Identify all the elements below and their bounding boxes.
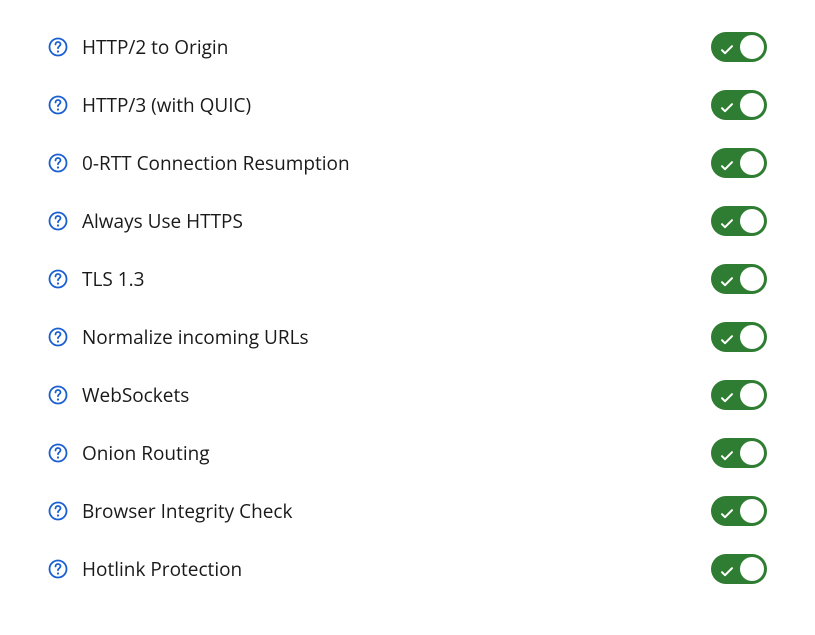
setting-label: Onion Routing [82, 440, 210, 466]
checkmark-icon [720, 504, 734, 518]
checkmark-icon [720, 156, 734, 170]
toggle-knob [740, 325, 764, 349]
toggle-knob [740, 151, 764, 175]
setting-label: WebSockets [82, 382, 189, 408]
toggle-knob [740, 557, 764, 581]
help-icon[interactable] [48, 443, 68, 463]
setting-label: Hotlink Protection [82, 556, 242, 582]
toggle-track [711, 32, 767, 62]
setting-row-http2-to-origin: HTTP/2 to Origin [48, 18, 767, 76]
toggle-track [711, 496, 767, 526]
setting-row-http3-quic: HTTP/3 (with QUIC) [48, 76, 767, 134]
toggle-track [711, 206, 767, 236]
setting-left: Onion Routing [48, 440, 210, 466]
setting-label: HTTP/3 (with QUIC) [82, 92, 251, 118]
checkmark-icon [720, 272, 734, 286]
setting-left: WebSockets [48, 382, 189, 408]
help-icon[interactable] [48, 153, 68, 173]
setting-left: Normalize incoming URLs [48, 324, 309, 350]
checkmark-icon [720, 388, 734, 402]
help-icon[interactable] [48, 501, 68, 521]
help-icon[interactable] [48, 95, 68, 115]
setting-left: HTTP/2 to Origin [48, 34, 228, 60]
setting-label: Browser Integrity Check [82, 498, 293, 524]
checkmark-icon [720, 214, 734, 228]
toggle-track [711, 438, 767, 468]
toggle-zero-rtt[interactable] [711, 148, 767, 178]
toggle-normalize-urls[interactable] [711, 322, 767, 352]
help-icon[interactable] [48, 269, 68, 289]
toggle-knob [740, 209, 764, 233]
setting-left: TLS 1.3 [48, 266, 144, 292]
checkmark-icon [720, 446, 734, 460]
toggle-http2-to-origin[interactable] [711, 32, 767, 62]
setting-row-zero-rtt: 0-RTT Connection Resumption [48, 134, 767, 192]
help-icon[interactable] [48, 327, 68, 347]
help-icon[interactable] [48, 385, 68, 405]
setting-label: TLS 1.3 [82, 266, 144, 292]
toggle-onion-routing[interactable] [711, 438, 767, 468]
toggle-always-https[interactable] [711, 206, 767, 236]
toggle-track [711, 148, 767, 178]
setting-row-onion-routing: Onion Routing [48, 424, 767, 482]
help-icon[interactable] [48, 559, 68, 579]
toggle-knob [740, 267, 764, 291]
toggle-websockets[interactable] [711, 380, 767, 410]
setting-left: 0-RTT Connection Resumption [48, 150, 350, 176]
toggle-knob [740, 93, 764, 117]
setting-row-normalize-urls: Normalize incoming URLs [48, 308, 767, 366]
toggle-track [711, 264, 767, 294]
setting-row-hotlink-protection: Hotlink Protection [48, 540, 767, 598]
setting-label: 0-RTT Connection Resumption [82, 150, 350, 176]
checkmark-icon [720, 330, 734, 344]
setting-label: Normalize incoming URLs [82, 324, 309, 350]
toggle-knob [740, 499, 764, 523]
toggle-http3-quic[interactable] [711, 90, 767, 120]
toggle-track [711, 554, 767, 584]
toggle-knob [740, 35, 764, 59]
checkmark-icon [720, 562, 734, 576]
setting-left: Browser Integrity Check [48, 498, 293, 524]
help-icon[interactable] [48, 37, 68, 57]
setting-label: HTTP/2 to Origin [82, 34, 228, 60]
toggle-track [711, 322, 767, 352]
toggle-knob [740, 383, 764, 407]
settings-list: HTTP/2 to Origin HTTP/3 (with QUIC) [48, 18, 767, 598]
toggle-track [711, 380, 767, 410]
setting-row-websockets: WebSockets [48, 366, 767, 424]
toggle-browser-integrity[interactable] [711, 496, 767, 526]
setting-row-tls-13: TLS 1.3 [48, 250, 767, 308]
checkmark-icon [720, 98, 734, 112]
help-icon[interactable] [48, 211, 68, 231]
checkmark-icon [720, 40, 734, 54]
setting-row-always-https: Always Use HTTPS [48, 192, 767, 250]
setting-row-browser-integrity: Browser Integrity Check [48, 482, 767, 540]
toggle-hotlink-protection[interactable] [711, 554, 767, 584]
setting-left: Always Use HTTPS [48, 208, 243, 234]
setting-label: Always Use HTTPS [82, 208, 243, 234]
setting-left: Hotlink Protection [48, 556, 242, 582]
setting-left: HTTP/3 (with QUIC) [48, 92, 251, 118]
toggle-knob [740, 441, 764, 465]
toggle-track [711, 90, 767, 120]
toggle-tls-13[interactable] [711, 264, 767, 294]
